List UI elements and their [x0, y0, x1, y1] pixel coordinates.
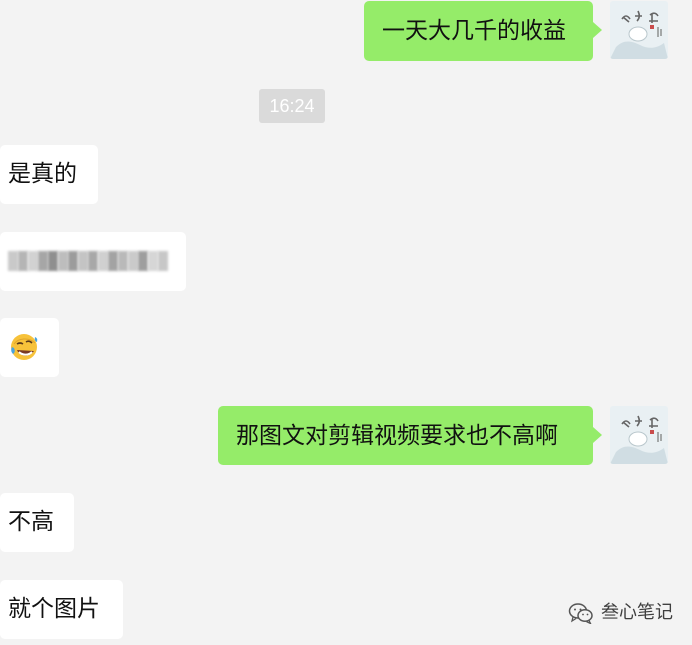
- avatar-logo-icon: [610, 406, 668, 464]
- wechat-icon: [568, 603, 593, 624]
- watermark-text: 叁心笔记: [601, 602, 673, 623]
- rolling-on-floor-laughing-emoji: [11, 334, 38, 360]
- message-bubble-incoming[interactable]: 就个图片: [0, 580, 123, 639]
- blurred-text: [8, 251, 172, 271]
- message-bubble-outgoing[interactable]: 一天大几千的收益: [364, 1, 593, 61]
- message-bubble-outgoing[interactable]: 那图文对剪辑视频要求也不高啊: [218, 406, 593, 465]
- message-bubble-incoming[interactable]: 不高: [0, 493, 74, 552]
- message-text: 那图文对剪辑视频要求也不高啊: [236, 423, 558, 449]
- message-text: 一天大几千的收益: [382, 18, 566, 44]
- avatar[interactable]: [610, 1, 668, 59]
- watermark: 叁心笔记: [568, 600, 673, 626]
- avatar[interactable]: [610, 406, 668, 464]
- message-bubble-incoming-blurred[interactable]: [0, 232, 186, 291]
- message-text: 就个图片: [8, 596, 100, 622]
- avatar-logo-icon: [610, 1, 668, 59]
- message-bubble-incoming[interactable]: 是真的: [0, 145, 98, 204]
- message-text: 不高: [8, 509, 54, 535]
- chat-window: 一天大几千的收益 16:24 是真的 那图文对剪辑视频要求也不高啊 不高 就个图…: [0, 0, 692, 645]
- message-text: 是真的: [8, 161, 77, 187]
- timestamp: 16:24: [259, 89, 325, 123]
- bubble-tail: [593, 22, 602, 38]
- bubble-tail: [593, 427, 602, 443]
